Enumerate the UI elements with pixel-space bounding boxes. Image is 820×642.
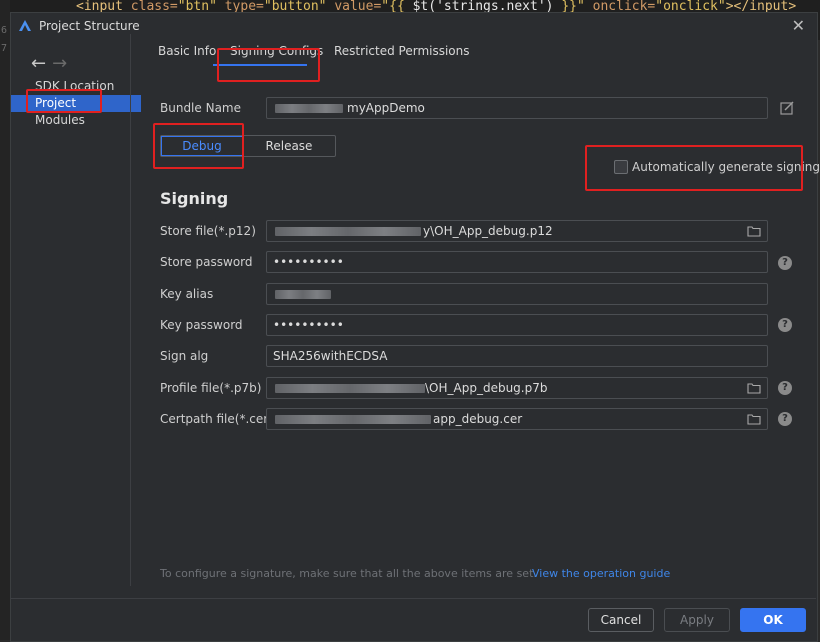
auto-sign-label: Automatically generate signing: [632, 160, 820, 174]
line-number: 7: [1, 43, 8, 54]
sidebar-item-sdk-location[interactable]: SDK Location: [11, 78, 141, 95]
forward-arrow-icon[interactable]: →: [52, 53, 67, 74]
certpath-file-label: Certpath file(*.cer): [160, 412, 273, 426]
folder-icon[interactable]: [747, 225, 761, 237]
sign-alg-value: SHA256withECDSA: [273, 349, 388, 363]
app-logo-icon: [19, 20, 31, 31]
folder-icon[interactable]: [747, 382, 761, 394]
profile-file-field[interactable]: \OH_App_debug.p7b: [266, 377, 768, 399]
help-icon[interactable]: ?: [778, 256, 792, 270]
signing-hint-text: To configure a signature, make sure that…: [160, 567, 537, 580]
store-file-label: Store file(*.p12): [160, 224, 256, 238]
ok-button[interactable]: OK: [740, 608, 806, 632]
key-password-value: ••••••••••: [273, 318, 344, 332]
key-password-field[interactable]: ••••••••••: [266, 314, 768, 336]
sidebar-item-project[interactable]: Project: [11, 95, 141, 112]
active-tab-indicator: [213, 64, 307, 66]
back-arrow-icon[interactable]: ←: [31, 53, 46, 74]
dialog-title: Project Structure: [39, 19, 140, 33]
redacted-text: [275, 290, 331, 299]
redacted-text: [275, 384, 425, 393]
build-type-toggle: Debug Release: [160, 135, 336, 157]
auto-sign-checkbox[interactable]: [614, 160, 628, 174]
redacted-text: [275, 415, 431, 424]
redacted-text: [275, 104, 343, 113]
bundle-name-field[interactable]: myAppDemo: [266, 97, 768, 119]
signing-section-title: Signing: [160, 189, 229, 208]
key-alias-label: Key alias: [160, 287, 214, 301]
store-file-value: y\OH_App_debug.p12: [423, 224, 553, 238]
sign-alg-label: Sign alg: [160, 349, 209, 363]
certpath-file-value: app_debug.cer: [433, 412, 523, 426]
help-icon[interactable]: ?: [778, 412, 792, 426]
debug-button[interactable]: Debug: [161, 136, 243, 156]
bundle-name-label: Bundle Name: [160, 101, 241, 115]
store-password-label: Store password: [160, 255, 253, 269]
cancel-button[interactable]: Cancel: [588, 608, 654, 632]
sidebar-divider: [130, 34, 131, 586]
line-number-gutter: 6 7: [0, 0, 10, 640]
tab-basic-info[interactable]: Basic Info: [158, 44, 216, 58]
sidebar-item-modules[interactable]: Modules: [11, 112, 141, 129]
edit-icon[interactable]: [780, 101, 794, 115]
store-password-field[interactable]: ••••••••••: [266, 251, 768, 273]
certpath-file-field[interactable]: app_debug.cer: [266, 408, 768, 430]
line-number: 6: [1, 25, 8, 36]
store-password-value: ••••••••••: [273, 255, 344, 269]
help-icon[interactable]: ?: [778, 318, 792, 332]
tab-restricted-permissions[interactable]: Restricted Permissions: [334, 44, 470, 58]
profile-file-label: Profile file(*.p7b): [160, 381, 262, 395]
dialog-titlebar: Project Structure ✕: [11, 13, 817, 39]
footer-divider: [10, 598, 816, 599]
operation-guide-link[interactable]: View the operation guide: [532, 567, 670, 580]
store-file-field[interactable]: y\OH_App_debug.p12: [266, 220, 768, 242]
key-alias-field[interactable]: [266, 283, 768, 305]
help-icon[interactable]: ?: [778, 381, 792, 395]
key-password-label: Key password: [160, 318, 243, 332]
profile-file-value: \OH_App_debug.p7b: [425, 381, 548, 395]
apply-button[interactable]: Apply: [664, 608, 730, 632]
sidebar: ← → SDK Location Project Modules: [11, 39, 141, 599]
bundle-name-value: myAppDemo: [347, 101, 425, 115]
close-icon[interactable]: ✕: [792, 16, 805, 35]
nav-arrows: ← →: [31, 53, 67, 74]
folder-icon[interactable]: [747, 413, 761, 425]
sign-alg-field[interactable]: SHA256withECDSA: [266, 345, 768, 367]
redacted-text: [275, 227, 421, 236]
tab-signing-configs[interactable]: Signing Configs: [230, 44, 323, 58]
release-button[interactable]: Release: [243, 136, 335, 156]
